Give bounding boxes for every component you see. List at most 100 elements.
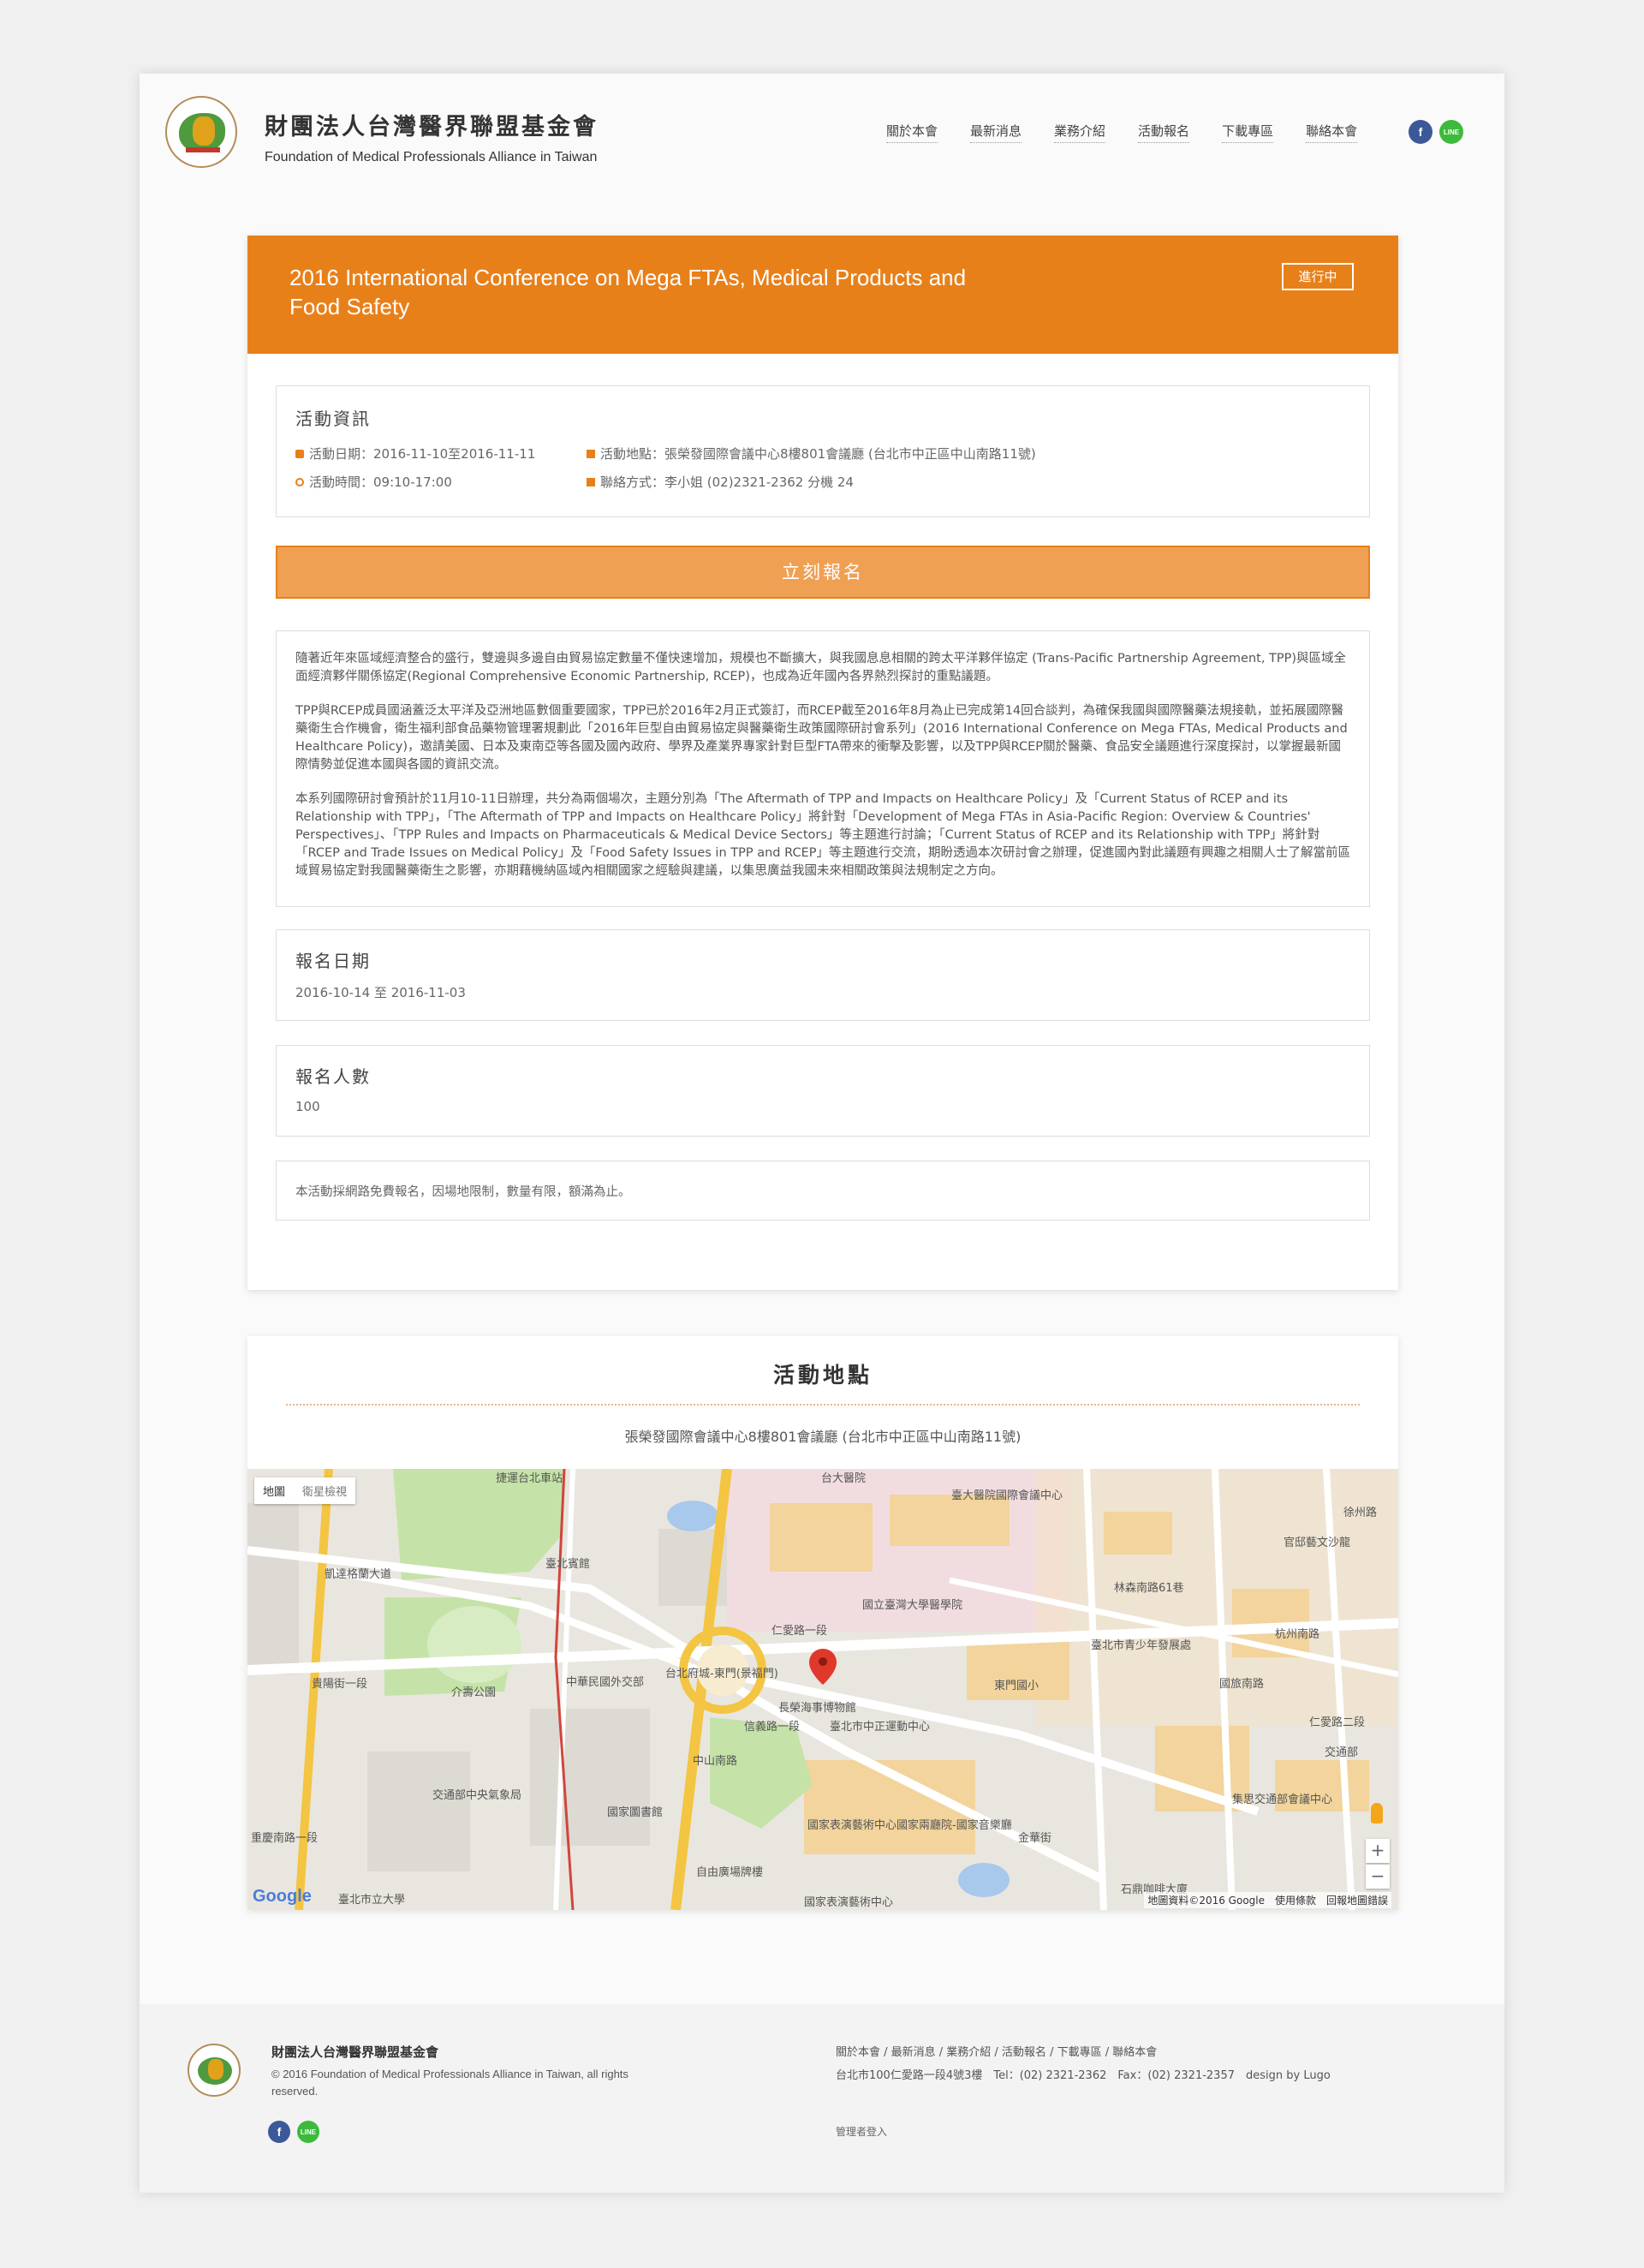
nav-services[interactable]: 業務介紹 bbox=[1054, 122, 1106, 143]
clock-icon bbox=[295, 477, 304, 486]
event-contact: 聯絡方式：李小姐 (02)2321-2362 分機 24 bbox=[587, 473, 854, 491]
map-label: 長榮海事博物館 bbox=[778, 1702, 857, 1715]
event-description: 隨著近年來區域經濟整合的盛行，雙邊與多邊自由貿易協定數量不僅快速增加，規模也不斷… bbox=[276, 630, 1370, 907]
calendar-icon bbox=[295, 449, 304, 458]
nav-events[interactable]: 活動報名 bbox=[1138, 122, 1190, 143]
map-type-control: 地圖 衛星檢視 bbox=[254, 1477, 356, 1504]
event-card: 2016 International Conference on Mega FT… bbox=[247, 236, 1398, 1290]
map-label: 國立臺灣大學醫學院 bbox=[862, 1599, 963, 1612]
description-paragraph: TPP與RCEP成員國涵蓋泛太平洋及亞洲地區數個重要國家，TPP已於2016年2… bbox=[295, 704, 1348, 772]
line-icon[interactable]: LINE bbox=[297, 2121, 319, 2143]
footer-social: f LINE bbox=[268, 2121, 319, 2143]
event-contact-text: 聯絡方式：李小姐 (02)2321-2362 分機 24 bbox=[600, 474, 854, 490]
facebook-icon[interactable]: f bbox=[1409, 120, 1433, 144]
status-badge: 進行中 bbox=[1282, 263, 1354, 290]
header-social: f LINE bbox=[1409, 120, 1463, 144]
footer-links[interactable]: 關於本會 / 最新消息 / 業務介紹 / 活動報名 / 下載專區 / 聯絡本會 bbox=[836, 2043, 1157, 2059]
signup-count-box: 報名人數 100 bbox=[276, 1045, 1370, 1137]
location-heading: 活動地點 bbox=[772, 1363, 873, 1388]
org-name-en: Foundation of Medical Professionals Alli… bbox=[265, 150, 598, 164]
map-label: 東門國小 bbox=[994, 1680, 1039, 1692]
map-label: 信義路一段 bbox=[744, 1721, 801, 1734]
map-label: 介壽公園 bbox=[451, 1686, 497, 1699]
signup-button[interactable]: 立刻報名 bbox=[276, 546, 1370, 599]
map-label: 仁愛路一段 bbox=[771, 1625, 828, 1638]
map-label: 自由廣場牌樓 bbox=[696, 1866, 764, 1879]
location-address: 張榮發國際會議中心8樓801會議廳 (台北市中正區中山南路11號) bbox=[624, 1429, 1022, 1445]
divider bbox=[286, 1404, 1360, 1406]
map-label: 國家表演藝術中心國家兩廳院-國家音樂廳 bbox=[807, 1819, 1012, 1832]
signup-date-value: 2016-10-14 至 2016-11-03 bbox=[295, 985, 466, 1000]
map-label: 交通部中央氣象局 bbox=[432, 1789, 522, 1802]
site-footer: 財團法人台灣醫界聯盟基金會 © 2016 Foundation of Medic… bbox=[140, 2004, 1504, 2193]
map-label: 仁愛路二段 bbox=[1309, 1716, 1366, 1729]
phone-icon bbox=[587, 477, 595, 486]
location-icon bbox=[587, 449, 595, 458]
location-section: 活動地點 張榮發國際會議中心8樓801會議廳 (台北市中正區中山南路11號) 地… bbox=[247, 1336, 1398, 1910]
map-label: 重慶南路一段 bbox=[251, 1832, 319, 1845]
satellite-view-button[interactable]: 衛星檢視 bbox=[294, 1477, 355, 1504]
description-paragraph: 隨著近年來區域經濟整合的盛行，雙邊與多邊自由貿易協定數量不僅快速增加，規模也不斷… bbox=[295, 652, 1347, 683]
map-label: 國旅南路 bbox=[1219, 1678, 1265, 1691]
description-paragraph: 本系列國際研討會預計於11月10-11日辦理，共分為兩個場次，主題分別為「The… bbox=[295, 792, 1350, 878]
line-icon[interactable]: LINE bbox=[1439, 120, 1463, 144]
map-label: 中華民國外交部 bbox=[566, 1676, 645, 1689]
map-label: 貴陽街一段 bbox=[312, 1678, 368, 1691]
org-name-zh: 財團法人台灣醫界聯盟基金會 bbox=[265, 114, 599, 140]
event-venue: 活動地點：張榮發國際會議中心8樓801會議廳 (台北市中正區中山南路11號) bbox=[587, 445, 1036, 463]
map-label: 臺大醫院國際會議中心 bbox=[951, 1489, 1063, 1502]
map-label: 中山南路 bbox=[693, 1755, 738, 1768]
map-view-button[interactable]: 地圖 bbox=[254, 1477, 294, 1504]
signup-date-box: 報名日期 2016-10-14 至 2016-11-03 bbox=[276, 929, 1370, 1021]
signup-count-value: 100 bbox=[295, 1099, 320, 1114]
event-info-box: 活動資訊 活動日期：2016-11-10至2016-11-11 活動時間：09:… bbox=[276, 385, 1370, 517]
street-view-pegman-icon[interactable] bbox=[1371, 1803, 1383, 1823]
map-label: 國家表演藝術中心 bbox=[804, 1896, 894, 1909]
nav-about[interactable]: 關於本會 bbox=[886, 122, 938, 143]
event-note: 本活動採網路免費報名，因場地限制，數量有限，額滿為止。 bbox=[276, 1161, 1370, 1221]
signup-count-heading: 報名人數 bbox=[295, 1066, 371, 1087]
map-label: 台北府城-東門(景福門) bbox=[665, 1668, 778, 1680]
map-label: 臺北市立大學 bbox=[338, 1894, 406, 1907]
event-date-text: 活動日期：2016-11-10至2016-11-11 bbox=[309, 446, 536, 462]
nav-contact[interactable]: 聯絡本會 bbox=[1306, 122, 1358, 143]
map-label: 杭州南路 bbox=[1275, 1628, 1320, 1641]
info-heading: 活動資訊 bbox=[295, 409, 371, 429]
site-title[interactable]: 財團法人台灣醫界聯盟基金會 Foundation of Medical Prof… bbox=[265, 108, 599, 165]
event-time-text: 活動時間：09:10-17:00 bbox=[309, 474, 452, 490]
map-label: 臺北賓館 bbox=[545, 1558, 591, 1571]
map-label: 臺北市青少年發展處 bbox=[1091, 1639, 1192, 1652]
map-label: 臺北市中正運動中心 bbox=[830, 1721, 931, 1734]
map-attribution[interactable]: 地圖資料©2016 Google 使用條款 回報地圖錯誤 bbox=[1144, 1892, 1391, 1908]
map-label: 台大醫院 bbox=[821, 1472, 867, 1485]
google-map[interactable]: 地圖 衛星檢視 台大醫院 臺大醫院國際會議中心 捷運台北車站 凱達格蘭大道 臺北… bbox=[247, 1469, 1398, 1910]
event-date: 活動日期：2016-11-10至2016-11-11 bbox=[295, 445, 535, 463]
footer-logo bbox=[188, 2044, 241, 2097]
map-label: 集思交通部會議中心 bbox=[1232, 1794, 1333, 1806]
map-label: 徐州路 bbox=[1343, 1507, 1378, 1519]
map-label: 國家圖書館 bbox=[607, 1806, 664, 1819]
footer-copyright: © 2016 Foundation of Medical Professiona… bbox=[271, 2068, 628, 2098]
map-label: 金華街 bbox=[1018, 1832, 1052, 1845]
map-label: 林森南路61巷 bbox=[1114, 1582, 1184, 1595]
facebook-icon[interactable]: f bbox=[268, 2121, 290, 2143]
event-banner: 2016 International Conference on Mega FT… bbox=[247, 236, 1398, 354]
footer-org-name: 財團法人台灣醫界聯盟基金會 bbox=[271, 2044, 439, 2060]
main-nav: 關於本會 最新消息 業務介紹 活動報名 下載專區 聯絡本會 bbox=[886, 122, 1390, 143]
nav-downloads[interactable]: 下載專區 bbox=[1222, 122, 1274, 143]
site-logo[interactable] bbox=[165, 96, 237, 168]
event-time: 活動時間：09:10-17:00 bbox=[295, 473, 452, 491]
footer-address: 台北市100仁愛路一段4號3樓 Tel：(02) 2321-2362 Fax：(… bbox=[836, 2069, 1331, 2082]
map-label: 捷運台北車站 bbox=[496, 1472, 563, 1485]
map-label: 凱達格蘭大道 bbox=[325, 1568, 392, 1581]
signup-date-heading: 報名日期 bbox=[295, 951, 371, 971]
map-label: 交通部 bbox=[1325, 1746, 1359, 1759]
google-logo: Google bbox=[253, 1887, 312, 1906]
page-container: 財團法人台灣醫界聯盟基金會 Foundation of Medical Prof… bbox=[140, 74, 1504, 2193]
nav-news[interactable]: 最新消息 bbox=[970, 122, 1022, 143]
zoom-out-button[interactable]: − bbox=[1366, 1865, 1390, 1889]
event-title: 2016 International Conference on Mega FT… bbox=[289, 265, 967, 319]
map-label: 官邸藝文沙龍 bbox=[1284, 1537, 1351, 1549]
zoom-in-button[interactable]: + bbox=[1366, 1839, 1390, 1863]
admin-login-link[interactable]: 管理者登入 bbox=[836, 2124, 887, 2139]
